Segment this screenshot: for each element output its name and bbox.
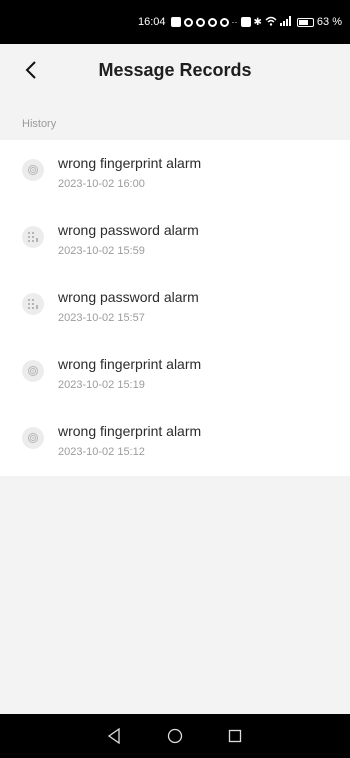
nav-home-button[interactable] [165, 726, 185, 746]
wifi-icon [265, 16, 277, 29]
fingerprint-icon [22, 159, 44, 181]
record-time: 2023-10-02 16:00 [58, 178, 145, 190]
nav-back-button[interactable] [104, 726, 124, 746]
record-time: 2023-10-02 15:59 [58, 245, 145, 257]
record-time: 2023-10-02 15:19 [58, 379, 145, 391]
bluetooth-icon: ✱ [253, 16, 262, 28]
list-item[interactable]: wrong fingerprint alarm 2023-10-02 15:19 [0, 341, 350, 408]
keypad-icon [22, 226, 44, 248]
signal-icon [279, 15, 292, 29]
notification-ring-icon [207, 17, 217, 27]
message-records-list: wrong fingerprint alarm 2023-10-02 16:00… [0, 140, 350, 476]
keypad-icon [22, 293, 44, 315]
home-circle-icon [167, 728, 183, 744]
recents-square-icon [228, 729, 242, 743]
mute-icon [240, 17, 251, 27]
list-item[interactable]: wrong password alarm 2023-10-02 15:57 [0, 274, 350, 341]
record-title: wrong password alarm [58, 289, 199, 305]
fingerprint-icon [22, 427, 44, 449]
battery-percent: 63 % [316, 16, 342, 28]
record-title: wrong fingerprint alarm [58, 155, 202, 171]
fingerprint-icon [22, 360, 44, 382]
status-bar: 16:04 ·· ✱ 63 % [0, 0, 350, 44]
notification-app-icon [170, 17, 181, 27]
notification-more-dots: ·· [231, 17, 238, 27]
chevron-left-icon [25, 61, 36, 79]
list-item[interactable]: wrong fingerprint alarm 2023-10-02 16:00 [0, 140, 350, 207]
page-title: Message Records [98, 59, 252, 80]
list-item[interactable]: wrong fingerprint alarm 2023-10-02 15:12 [0, 408, 350, 475]
notification-ring-icon [195, 17, 205, 27]
battery-icon [296, 17, 314, 27]
app-header: Message Records [0, 44, 350, 96]
record-time: 2023-10-02 15:57 [58, 312, 145, 324]
nav-recents-button[interactable] [225, 726, 245, 746]
record-title: wrong fingerprint alarm [58, 356, 202, 372]
notification-ring-icon [219, 17, 229, 27]
status-time: 16:04 [138, 16, 166, 28]
record-time: 2023-10-02 15:12 [58, 446, 145, 458]
section-label-history: History [22, 118, 57, 130]
notification-ring-icon [183, 17, 193, 27]
record-title: wrong fingerprint alarm [58, 423, 202, 439]
back-button[interactable] [18, 56, 44, 84]
record-title: wrong password alarm [58, 222, 199, 238]
list-item[interactable]: wrong password alarm 2023-10-02 15:59 [0, 207, 350, 274]
back-triangle-icon [107, 728, 120, 744]
system-nav-bar [0, 714, 350, 758]
